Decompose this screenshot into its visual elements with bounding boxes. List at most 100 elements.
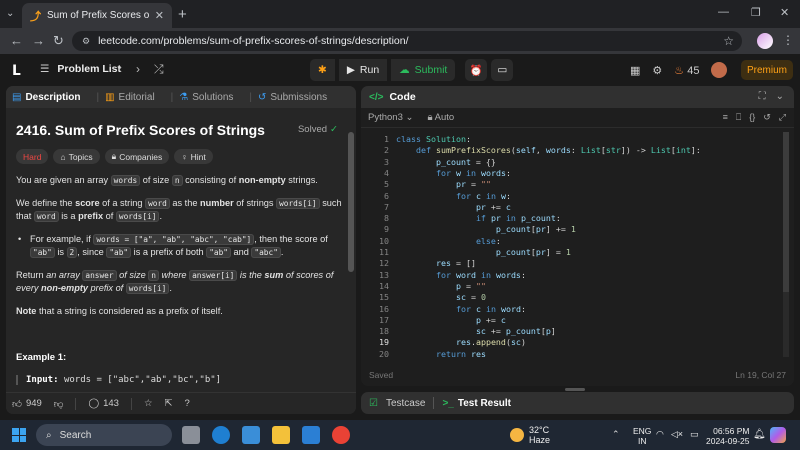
topics-chip[interactable]: ⌂ Topics — [53, 149, 100, 164]
prev-problem-icon[interactable]: ‹ — [118, 62, 122, 77]
tab-submissions[interactable]: ↺ Submissions — [258, 92, 327, 103]
scrollbar-thumb[interactable] — [783, 132, 789, 292]
test-result-tab[interactable]: >_ Test Result — [442, 398, 511, 409]
difficulty-badge[interactable]: Hard — [16, 149, 49, 164]
close-window-icon[interactable]: ✕ — [780, 6, 789, 19]
notes-button[interactable]: ▭ — [491, 59, 514, 81]
tab-search-icon[interactable]: ⌄ — [6, 8, 14, 19]
back-icon[interactable]: ← — [10, 33, 23, 48]
tray-overflow-icon[interactable]: ⌃ — [612, 429, 620, 440]
expand-icon[interactable]: ⤢ — [779, 112, 786, 123]
code-line[interactable]: sc += p_count[p] — [396, 326, 556, 336]
code-line[interactable]: p += c — [396, 315, 506, 325]
wifi-icon[interactable]: ◠ — [656, 429, 664, 440]
profile-avatar[interactable] — [757, 33, 773, 49]
scrollbar-thumb[interactable] — [348, 132, 354, 272]
vscode-icon[interactable] — [302, 426, 320, 444]
code-line[interactable]: pr = "" — [396, 179, 491, 189]
restore-icon[interactable]: ❐ — [751, 6, 761, 19]
auto-mode-toggle[interactable]: 🔒︎ Auto — [427, 112, 454, 123]
panel-resize-handle[interactable] — [565, 388, 585, 391]
tab-editorial[interactable]: ▥ Editorial — [105, 92, 155, 103]
help-button[interactable]: ? — [184, 398, 189, 409]
maximize-icon[interactable]: ⛶ — [759, 91, 766, 102]
share-button[interactable]: ⇱ — [164, 398, 172, 409]
notification-bell-icon[interactable]: 🔔︎ — [753, 429, 766, 440]
chrome-icon[interactable] — [332, 426, 350, 444]
companies-chip[interactable]: 🔒︎ Companies — [104, 149, 170, 164]
description-scrollbar[interactable] — [348, 132, 354, 362]
code-line[interactable]: p_count[pr] += 1 — [396, 224, 576, 234]
volume-icon[interactable]: ◁× — [671, 429, 683, 440]
close-tab-icon[interactable]: ✕ — [155, 9, 164, 22]
bookmark-icon[interactable]: ⎕ — [736, 112, 741, 123]
windows-start-icon[interactable] — [12, 428, 26, 442]
streak-counter[interactable]: ♨ 45 — [674, 64, 699, 77]
premium-button[interactable]: Premium — [741, 60, 793, 80]
timer-button[interactable]: ⏰ — [465, 59, 488, 81]
like-button[interactable]: 👍︎ 949 — [12, 398, 42, 410]
task-view-icon[interactable] — [182, 426, 200, 444]
language-indicator[interactable]: ENG IN — [633, 426, 651, 446]
code-line[interactable]: for word in words: — [396, 270, 526, 280]
code-line[interactable]: for c in w: — [396, 191, 511, 201]
dislike-button[interactable]: 👎︎ — [54, 398, 64, 410]
new-tab-icon[interactable]: + — [178, 6, 187, 23]
browser-tab[interactable]: ⤴ Sum of Prefix Scores of Strings ✕ — [22, 3, 172, 28]
store-icon[interactable] — [242, 426, 260, 444]
file-explorer-icon[interactable] — [272, 426, 290, 444]
problem-list-button[interactable]: ☰ Problem List — [40, 63, 121, 75]
reload-icon[interactable]: ↻ — [53, 33, 64, 49]
hint-chip[interactable]: ♀ Hint — [174, 149, 213, 164]
bookmark-star-icon[interactable]: ☆ — [723, 34, 734, 48]
forward-icon[interactable]: → — [32, 33, 45, 48]
code-line[interactable]: for c in word: — [396, 304, 526, 314]
layout-icon[interactable]: ▦ — [630, 64, 640, 77]
shuffle-icon[interactable]: ⤮ — [154, 62, 164, 77]
settings-icon[interactable]: ⚙ — [652, 64, 662, 77]
leetcode-logo-icon[interactable]: ᒪ — [12, 62, 28, 78]
omnibox[interactable]: ⚙ leetcode.com/problems/sum-of-prefix-sc… — [72, 31, 742, 51]
editor-scrollbar[interactable] — [783, 132, 789, 357]
tab-solutions[interactable]: ⚗ Solutions — [179, 92, 233, 103]
submit-button[interactable]: ☁ Submit — [391, 59, 456, 81]
site-info-icon[interactable]: ⚙ — [82, 36, 90, 47]
code-line[interactable]: p_count = {} — [396, 157, 496, 167]
code-line[interactable]: return res — [396, 349, 486, 359]
code-line[interactable]: if pr in p_count: — [396, 213, 561, 223]
debug-button[interactable]: ✱ — [310, 59, 335, 81]
run-button[interactable]: ▶ Run — [338, 59, 388, 81]
format-icon[interactable]: ≡ — [723, 112, 728, 123]
edge-icon[interactable] — [212, 426, 230, 444]
text: Return — [16, 270, 47, 280]
weather-widget[interactable]: 32°C Haze — [510, 425, 550, 445]
comments-button[interactable]: ◯ 143 — [88, 398, 119, 409]
taskbar-search[interactable]: ⌕ Search — [36, 424, 172, 446]
clock-date: 2024-09-25 — [706, 436, 750, 446]
browser-menu-icon[interactable]: ⋮ — [782, 33, 794, 47]
battery-icon[interactable]: ▭ — [690, 429, 699, 440]
code-editor[interactable]: 1 class Solution: 2 def sumPrefixScores(se… — [361, 130, 794, 360]
code-line[interactable]: class Solution: — [396, 134, 471, 144]
copilot-icon[interactable] — [770, 427, 786, 443]
code-line[interactable]: else: — [396, 236, 501, 246]
language-select[interactable]: Python3 ⌄ — [368, 112, 413, 123]
minimize-icon[interactable]: — — [718, 6, 729, 18]
chevron-down-icon[interactable]: ⌄ — [776, 91, 784, 102]
code-line[interactable]: res.append(sc) — [396, 337, 526, 347]
code-line[interactable]: p_count[pr] = 1 — [396, 247, 571, 257]
reset-icon[interactable]: ↺ — [763, 112, 771, 123]
favorite-button[interactable]: ☆ — [144, 398, 153, 409]
code-line[interactable]: pr += c — [396, 202, 511, 212]
braces-icon[interactable]: {} — [749, 112, 755, 123]
code-line[interactable]: def sumPrefixScores(self, words: List[st… — [396, 145, 701, 155]
code-line[interactable]: sc = 0 — [396, 292, 486, 302]
system-clock[interactable]: 06:56 PM 2024-09-25 — [706, 426, 749, 446]
code-line[interactable]: res = [] — [396, 258, 476, 268]
user-avatar[interactable] — [711, 62, 728, 78]
testcase-tab[interactable]: Testcase — [386, 398, 425, 409]
tab-description[interactable]: ▤ Description — [12, 92, 80, 103]
code-line[interactable]: p = "" — [396, 281, 486, 291]
code-line[interactable]: for w in words: — [396, 168, 511, 178]
next-problem-icon[interactable]: › — [136, 62, 140, 77]
